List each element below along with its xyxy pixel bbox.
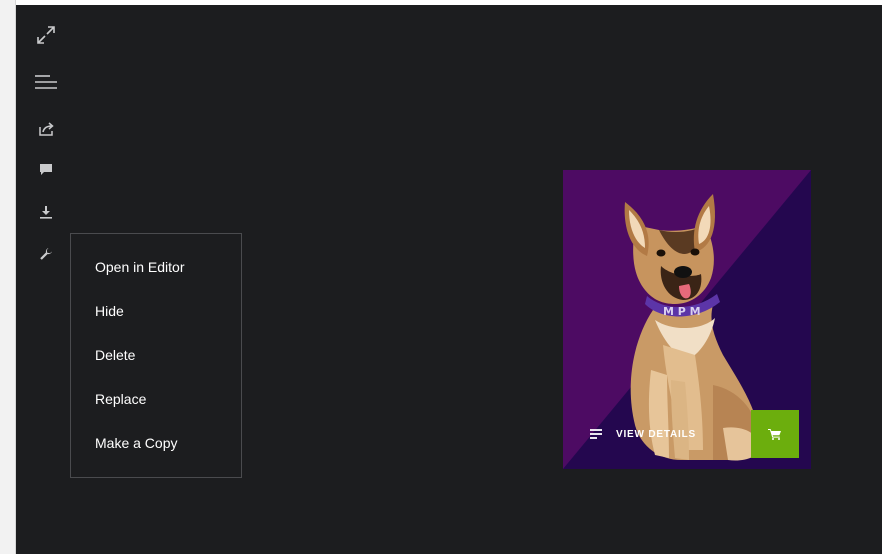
share-icon [39,122,54,136]
context-menu: Open in Editor Hide Delete Replace Make … [70,233,242,478]
wrench-icon [40,248,52,260]
menu-item-hide[interactable]: Hide [95,302,124,320]
comment-button[interactable] [33,157,59,183]
menu-item-delete[interactable]: Delete [95,346,135,364]
menu-item-replace[interactable]: Replace [95,390,146,408]
add-to-cart-button[interactable] [751,410,799,458]
settings-button[interactable] [33,241,59,267]
expand-button[interactable] [33,22,59,48]
expand-icon [37,26,55,44]
toolbar [16,5,76,305]
menu-item-open-in-editor[interactable]: Open in Editor [95,258,185,276]
product-card[interactable]: M P M VIEW DETAILS [563,170,811,469]
app-canvas: Open in Editor Hide Delete Replace Make … [16,5,882,554]
view-details-button[interactable]: VIEW DETAILS [589,428,696,440]
menu-lines-icon [590,429,602,439]
view-details-label: VIEW DETAILS [616,428,696,440]
menu-item-make-a-copy[interactable]: Make a Copy [95,434,177,452]
share-button[interactable] [33,116,59,142]
left-edge-panel [0,0,16,554]
collar-text: M P M [663,305,701,318]
comment-icon [40,164,52,175]
menu-lines-button[interactable] [33,70,59,96]
menu-lines-icon [35,75,57,89]
download-icon [40,206,52,219]
download-button[interactable] [33,199,59,225]
cart-icon [768,429,781,440]
